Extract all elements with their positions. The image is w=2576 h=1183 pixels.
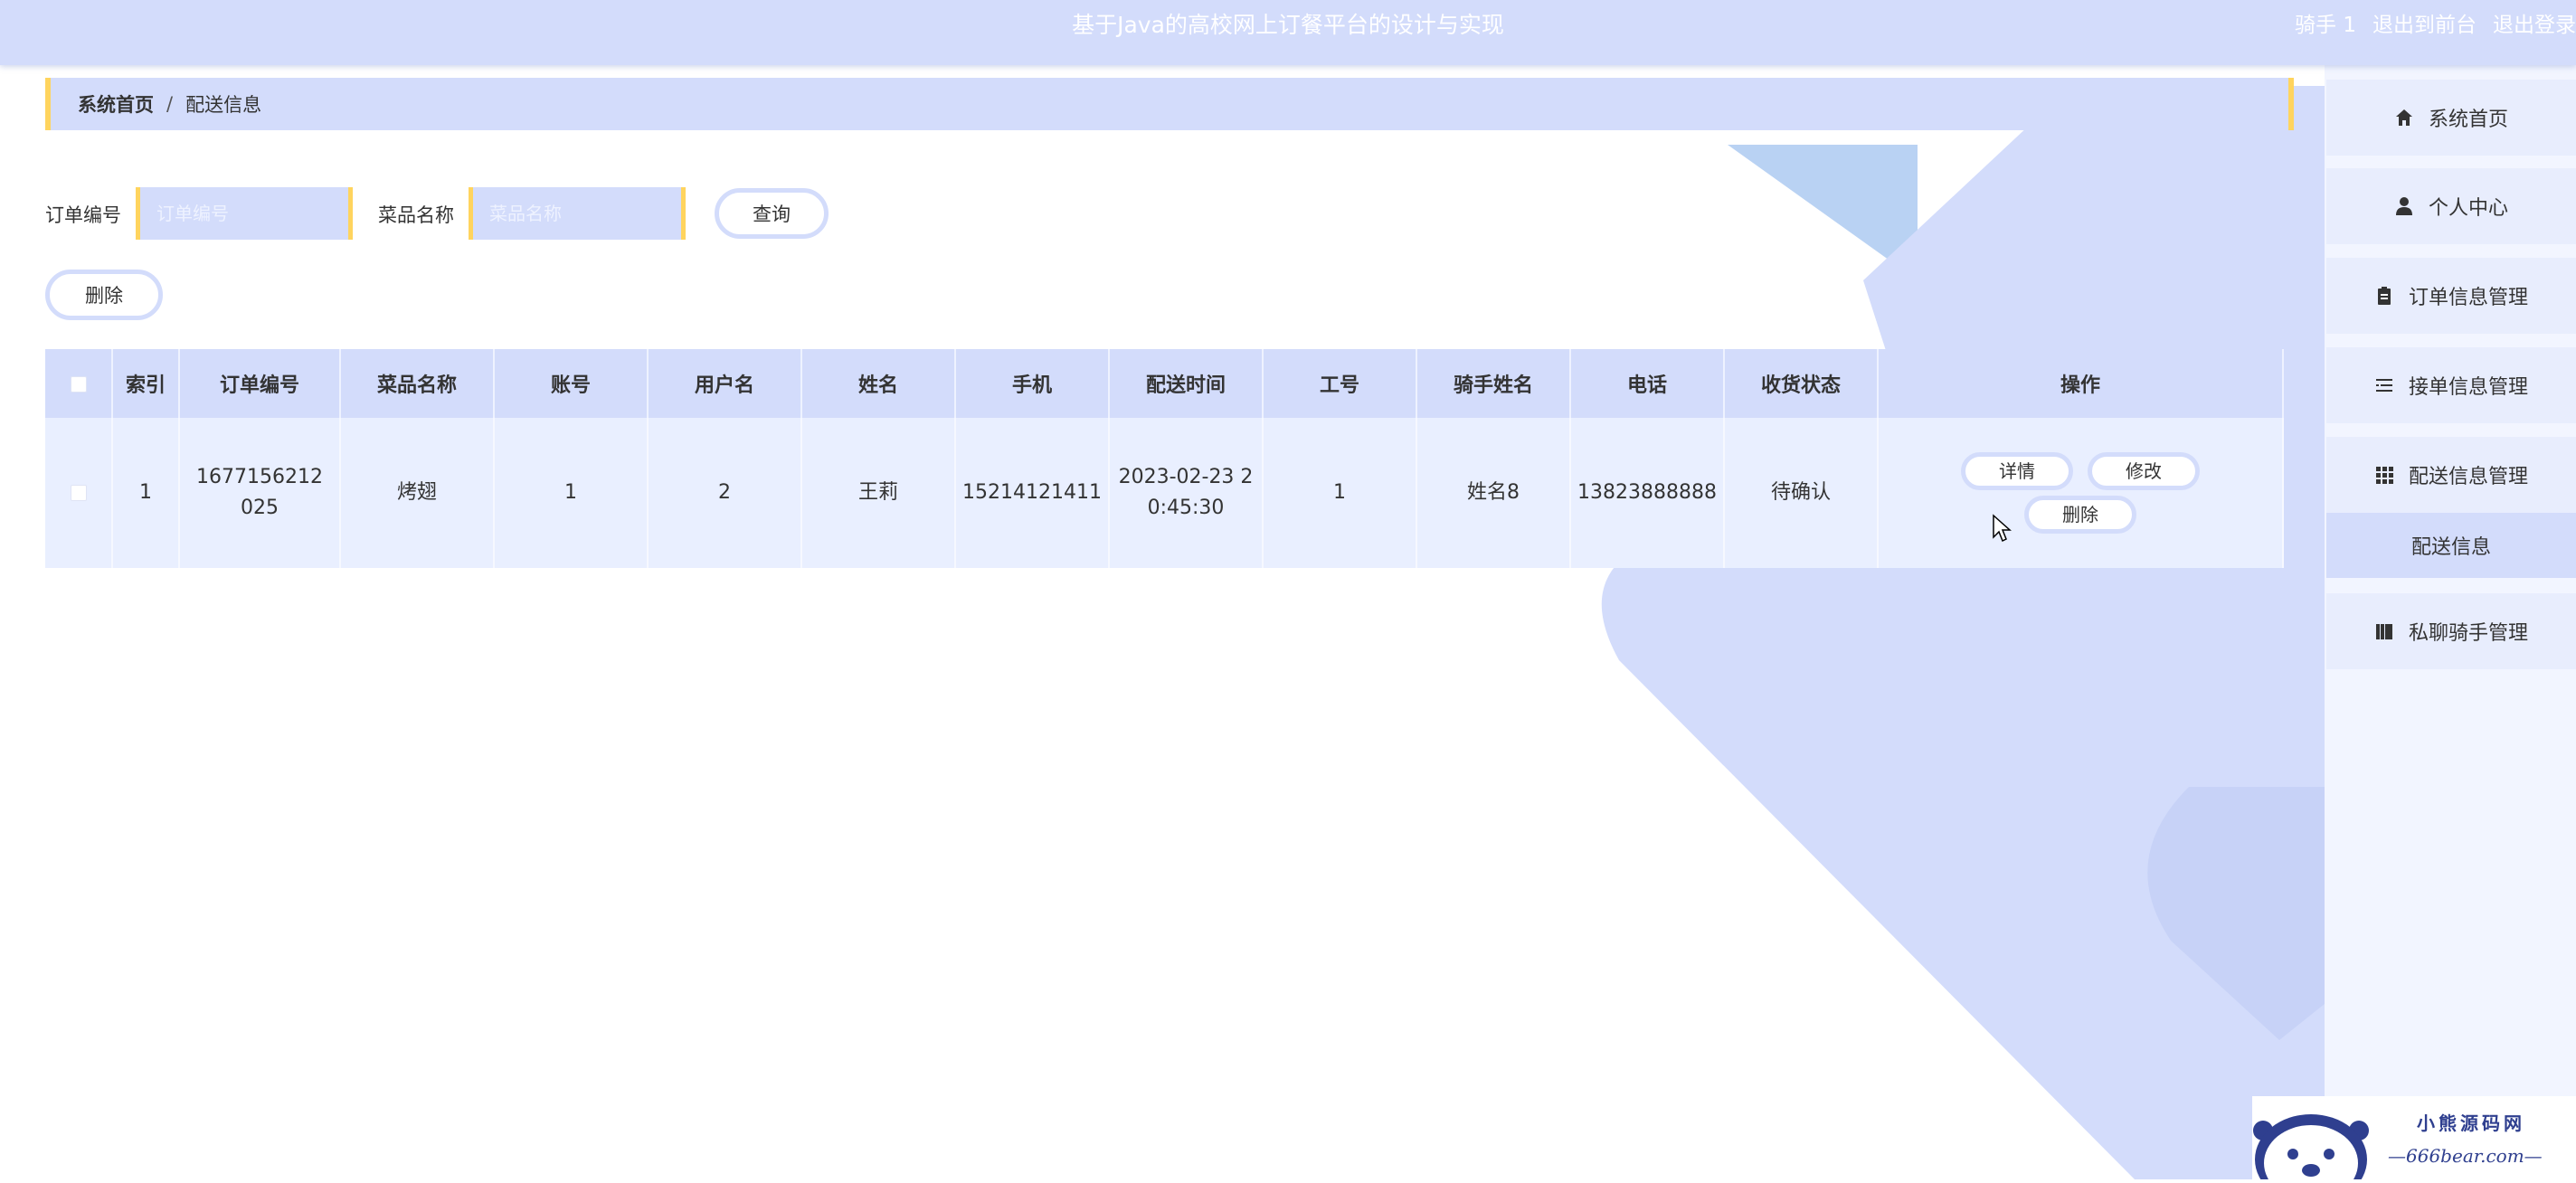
sidebar-item-delivery[interactable]: 配送信息管理	[2326, 437, 2576, 513]
breadcrumb-current: 配送信息	[185, 94, 262, 116]
row-checkbox-cell	[45, 418, 113, 568]
order-no-input[interactable]	[136, 187, 353, 240]
cell-account: 1	[494, 418, 649, 568]
cell-phone: 15214121411	[955, 418, 1110, 568]
query-button[interactable]: 查询	[715, 188, 829, 239]
sidebar-item-label: 订单信息管理	[2408, 287, 2528, 309]
breadcrumb-home[interactable]: 系统首页	[78, 90, 154, 118]
sidebar-item-label: 接单信息管理	[2408, 376, 2528, 399]
column-header: 骑手姓名	[1416, 349, 1571, 418]
app-title: 基于Java的高校网上订餐平台的设计与实现	[1072, 12, 1504, 38]
sidebar-item-label: 私聊骑手管理	[2408, 622, 2528, 645]
dish-name-input[interactable]	[469, 187, 686, 240]
select-all-checkbox[interactable]	[70, 375, 87, 393]
logout-link[interactable]: 退出登录	[2493, 14, 2576, 37]
cell-order-no: 1677156212025	[179, 418, 341, 568]
user-icon	[2395, 197, 2412, 215]
clipboard-icon	[2377, 287, 2391, 305]
detail-button[interactable]: 详情	[1961, 452, 2073, 490]
column-header: 配送时间	[1109, 349, 1264, 418]
watermark-url: —666bear.com—	[2388, 1145, 2543, 1167]
mouse-cursor	[1993, 514, 2012, 543]
watermark: 小熊源码网 —666bear.com—	[2252, 1096, 2576, 1183]
edit-button[interactable]: 修改	[2088, 452, 2200, 490]
order-no-text: 1677156212025	[196, 466, 323, 519]
bear-logo	[2253, 1114, 2369, 1183]
cell-time: 2023-02-23 20:45:30	[1109, 418, 1264, 568]
grid-icon	[2375, 467, 2393, 484]
column-header: 收货状态	[1724, 349, 1879, 418]
column-header: 索引	[112, 349, 180, 418]
top-bar: 基于Java的高校网上订餐平台的设计与实现 骑手 1 退出到前台 退出登录	[0, 0, 2576, 65]
list-icon	[2375, 379, 2392, 392]
column-header: 工号	[1263, 349, 1417, 418]
sidebar-subitem-label: 配送信息	[2410, 536, 2491, 559]
sidebar-item-label: 系统首页	[2428, 109, 2508, 131]
exit-to-front-link[interactable]: 退出到前台	[2372, 14, 2477, 37]
home-icon	[2395, 109, 2412, 126]
table-row: 1 1677156212025 烤翅 1 2 王莉 15214121411 20…	[45, 418, 2284, 568]
cell-worker-id: 1	[1263, 418, 1417, 568]
column-header: 用户名	[648, 349, 802, 418]
header-checkbox-cell	[45, 349, 113, 418]
column-header: 操作	[1878, 349, 2284, 418]
dish-name-label: 菜品名称	[378, 204, 454, 226]
order-no-label: 订单编号	[45, 204, 121, 226]
current-user: 骑手 1	[2295, 14, 2356, 37]
sidebar-item-label: 配送信息管理	[2408, 466, 2528, 488]
column-header: 菜品名称	[340, 349, 495, 418]
sidebar-item-label: 个人中心	[2428, 197, 2508, 220]
watermark-title: 小熊源码网	[2417, 1112, 2525, 1134]
row-delete-button[interactable]: 删除	[2024, 496, 2136, 534]
sidebar-item-accept-orders[interactable]: 接单信息管理	[2326, 347, 2576, 423]
breadcrumb: 系统首页 / 配送信息	[45, 78, 2294, 130]
cell-tel: 13823888888	[1570, 418, 1725, 568]
sidebar-item-home[interactable]: 系统首页	[2326, 80, 2576, 156]
cell-rider-name: 姓名8	[1416, 418, 1571, 568]
column-header: 电话	[1570, 349, 1725, 418]
background-decoration	[1601, 86, 2325, 1179]
column-header: 订单编号	[179, 349, 341, 418]
cell-actions: 详情 修改 删除	[1878, 418, 2284, 568]
table-header-row: 索引 订单编号 菜品名称 账号 用户名 姓名 手机 配送时间 工号 骑手姓名 电…	[45, 349, 2284, 418]
delivery-table: 索引 订单编号 菜品名称 账号 用户名 姓名 手机 配送时间 工号 骑手姓名 电…	[45, 349, 2284, 568]
column-header: 手机	[955, 349, 1110, 418]
cell-status: 待确认	[1724, 418, 1879, 568]
column-header: 账号	[494, 349, 649, 418]
breadcrumb-separator: /	[166, 93, 174, 115]
sidebar-item-profile[interactable]: 个人中心	[2326, 168, 2576, 244]
sidebar-subitem-delivery-info[interactable]: 配送信息	[2326, 513, 2576, 578]
sidebar-item-orders[interactable]: 订单信息管理	[2326, 258, 2576, 334]
sidebar-item-chat[interactable]: 私聊骑手管理	[2326, 593, 2576, 669]
batch-delete-button[interactable]: 删除	[45, 270, 163, 320]
column-header: 姓名	[801, 349, 956, 418]
cell-index: 1	[112, 418, 180, 568]
sidebar: 系统首页 个人中心 订单信息管理 接单信息管理 配送信息管理 配送信息 私聊骑手…	[2325, 65, 2576, 1179]
time-text: 2023-02-23 20:45:30	[1118, 466, 1254, 519]
header-actions: 骑手 1 退出到前台 退出登录	[2278, 0, 2576, 51]
book-icon	[2375, 624, 2392, 639]
cell-dish: 烤翅	[340, 418, 495, 568]
row-checkbox[interactable]	[70, 485, 87, 501]
cell-name: 王莉	[801, 418, 956, 568]
cell-username: 2	[648, 418, 802, 568]
